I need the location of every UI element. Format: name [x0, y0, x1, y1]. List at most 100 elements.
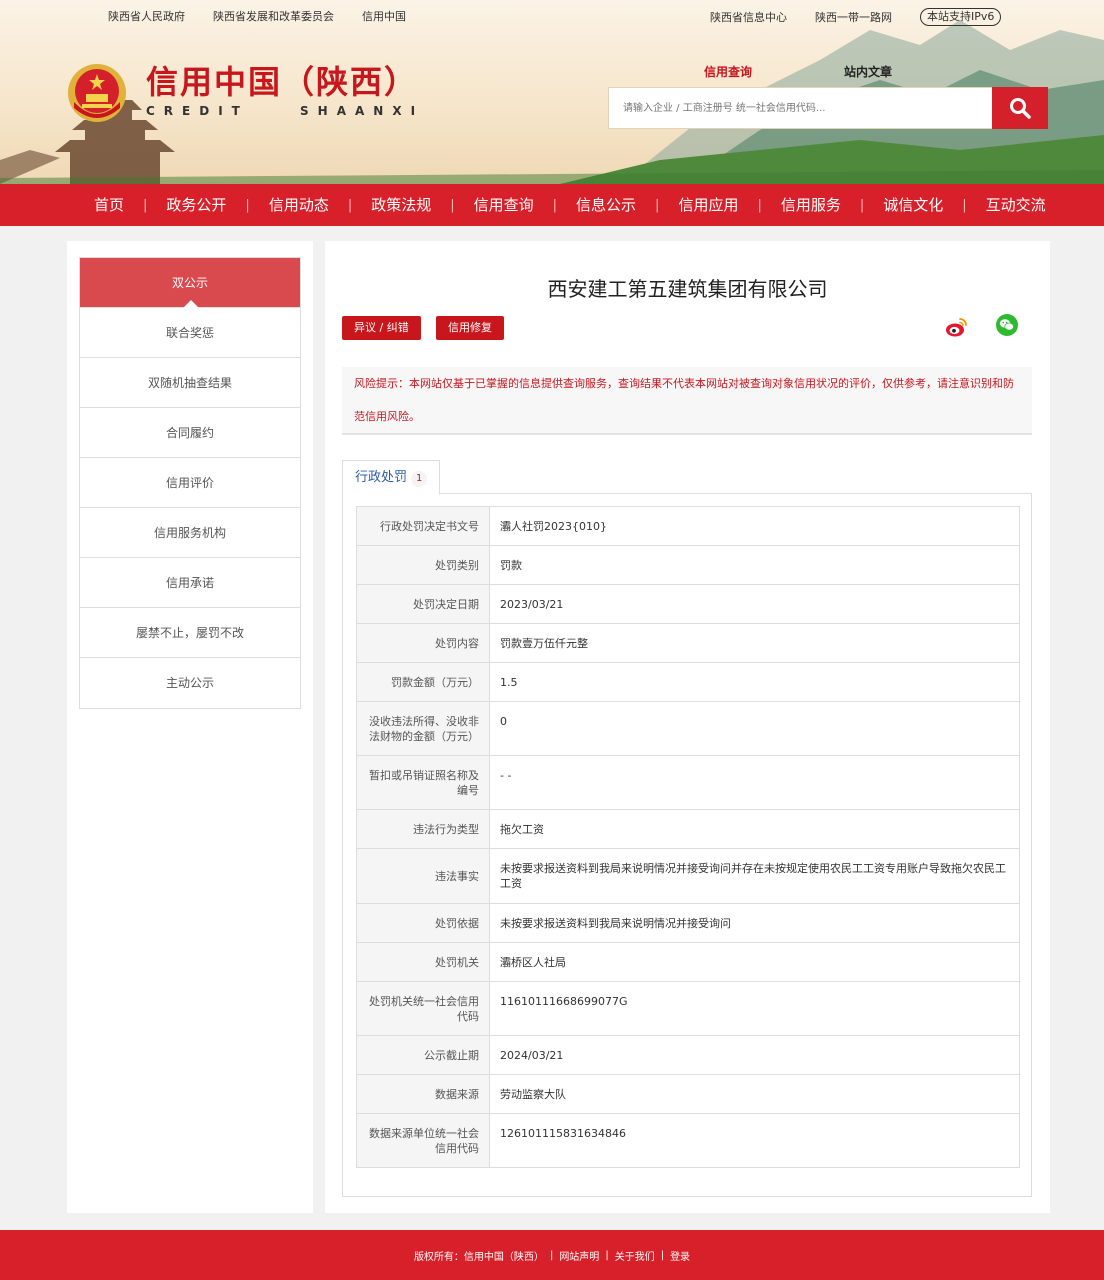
field-label: 没收违法所得、没收非法财物的金额（万元） [356, 701, 490, 756]
tab-label: 行政处罚 [355, 470, 408, 485]
tab-administrative-penalty[interactable]: 行政处罚 1 [342, 460, 441, 495]
tab-count-badge: 1 [411, 471, 428, 487]
nav-interaction[interactable]: 互动交流 [974, 184, 1058, 226]
nav-separator: | [450, 197, 455, 213]
field-label: 数据来源单位统一社会信用代码 [356, 1113, 490, 1168]
nav-info-publicity[interactable]: 信息公示 [564, 184, 648, 226]
table-row: 罚款金额（万元） 1.5 [356, 662, 1020, 702]
footer-copyright: 版权所有：信用中国（陕西） [413, 1251, 544, 1263]
top-link-ndrc[interactable]: 陕西省发展和改革委员会 [213, 8, 334, 24]
top-link-credit-china[interactable]: 信用中国 [362, 8, 406, 24]
field-label: 处罚内容 [356, 623, 490, 663]
nav-separator: | [962, 197, 967, 213]
sidebar-item-double-publicity[interactable]: 双公示 [80, 258, 300, 308]
nav-policy[interactable]: 政策法规 [359, 184, 443, 226]
nav-separator: | [143, 197, 148, 213]
sidebar-item-credit-service-agencies[interactable]: 信用服务机构 [80, 508, 300, 558]
field-value: 灞桥区人社局 [489, 942, 1020, 982]
national-emblem-icon [68, 64, 126, 122]
field-label: 行政处罚决定书文号 [356, 506, 490, 546]
risk-notice: 风险提示：本网站仅基于已掌握的信息提供查询服务，查询结果不代表本网站对被查询对象… [342, 367, 1032, 435]
table-row: 数据来源 劳动监察大队 [356, 1074, 1020, 1114]
top-link-belt-road[interactable]: 陕西一带一路网 [815, 9, 892, 25]
nav-separator: | [757, 197, 762, 213]
field-label: 公示截止期 [356, 1035, 490, 1075]
top-link-info-center[interactable]: 陕西省信息中心 [710, 9, 787, 25]
brand-title-en: CREDIT SHAANXI [146, 104, 425, 118]
sidebar-item-credit-evaluation[interactable]: 信用评价 [80, 458, 300, 508]
field-value: 劳动监察大队 [489, 1074, 1020, 1114]
table-row: 处罚依据 未按要求报送资料到我局来说明情况并接受询问 [356, 903, 1020, 943]
wechat-icon[interactable] [995, 313, 1019, 337]
field-value: 11610111668699077G [489, 981, 1020, 1036]
field-label: 处罚依据 [356, 903, 490, 943]
nav-credit-service[interactable]: 信用服务 [769, 184, 853, 226]
sidebar-item-joint-reward-punishment[interactable]: 联合奖惩 [80, 308, 300, 358]
footer-login-link[interactable]: 登录 [670, 1248, 690, 1263]
field-label: 违法事实 [356, 848, 490, 904]
field-value: 未按要求报送资料到我局来说明情况并接受询问 [489, 903, 1020, 943]
nav-credit-query[interactable]: 信用查询 [462, 184, 546, 226]
table-row: 处罚类别 罚款 [356, 545, 1020, 585]
company-name: 西安建工第五建筑集团有限公司 [547, 277, 828, 301]
search-tab-articles[interactable]: 站内文章 [844, 63, 892, 80]
nav-separator: | [552, 197, 558, 213]
table-row: 没收违法所得、没收非法财物的金额（万元） 0 [356, 701, 1020, 756]
search-icon [1010, 98, 1031, 119]
nav-gov-affairs[interactable]: 政务公开 [154, 184, 238, 226]
field-value: - - [489, 755, 1020, 810]
sidebar-item-active-disclosure[interactable]: 主动公示 [80, 658, 300, 708]
nav-credit-application[interactable]: 信用应用 [666, 184, 750, 226]
field-label: 处罚机关 [356, 942, 490, 982]
sidebar-item-random-inspection[interactable]: 双随机抽查结果 [80, 358, 300, 408]
field-value: 2023/03/21 [489, 584, 1020, 624]
search-tab-credit[interactable]: 信用查询 [704, 63, 752, 80]
table-row: 处罚内容 罚款壹万伍仟元整 [356, 623, 1020, 663]
field-label: 暂扣或吊销证照名称及编号 [356, 755, 490, 810]
brand-title-cn: 信用中国（陕西） [146, 63, 419, 101]
site-footer: 版权所有：信用中国（陕西） | 网站声明 | 关于我们 | 登录 [0, 1230, 1104, 1280]
site-brand[interactable]: 信用中国（陕西） CREDIT SHAANXI [146, 62, 424, 118]
main-nav: 首页 | 政务公开 | 信用动态 | 政策法规 | 信用查询 | 信息公示 | 信用应用 | … [0, 184, 1104, 226]
sidebar-menu: 双公示 联合奖惩 双随机抽查结果 合同履约 信用评价 信用服务机构 信用承诺 屡… [79, 257, 301, 709]
nav-integrity-culture[interactable]: 诚信文化 [871, 184, 955, 226]
nav-separator: | [655, 197, 660, 213]
table-row: 公示截止期 2024/03/21 [356, 1035, 1020, 1075]
table-row: 处罚机关统一社会信用代码 11610111668699077G [356, 981, 1020, 1036]
nav-credit-news[interactable]: 信用动态 [257, 184, 341, 226]
footer-separator: | [549, 1249, 554, 1261]
search-input[interactable] [609, 88, 992, 128]
footer-separator: | [605, 1249, 609, 1261]
table-row: 违法事实 未按要求报送资料到我局来说明情况并接受询问并存在未按规定使用农民工工资专… [356, 848, 1020, 904]
site-header: 陕西省人民政府 陕西省发展和改革委员会 信用中国 陕西省信息中心 陕西一带一路网… [0, 0, 1104, 184]
search-box [608, 87, 1048, 129]
weibo-icon[interactable] [945, 315, 969, 339]
table-row: 违法行为类型 拖欠工资 [356, 809, 1020, 849]
footer-statement-link[interactable]: 网站声明 [559, 1248, 599, 1263]
search-button[interactable] [992, 87, 1048, 129]
sidebar-panel: 双公示 联合奖惩 双随机抽查结果 合同履约 信用评价 信用服务机构 信用承诺 屡… [67, 241, 313, 1213]
nav-separator: | [859, 197, 865, 213]
field-label: 违法行为类型 [356, 809, 490, 849]
top-links-left: 陕西省人民政府 陕西省发展和改革委员会 信用中国 [108, 8, 406, 24]
table-row: 数据来源单位统一社会信用代码 126101115831634846 [356, 1113, 1020, 1168]
field-label: 处罚决定日期 [356, 584, 490, 624]
sidebar-item-repeated-violations[interactable]: 屡禁不止，屡罚不改 [80, 608, 300, 658]
footer-about-link[interactable]: 关于我们 [615, 1248, 655, 1263]
top-link-gov[interactable]: 陕西省人民政府 [108, 8, 185, 24]
objection-button[interactable]: 异议 / 纠错 [342, 316, 421, 340]
nav-home[interactable]: 首页 [82, 184, 136, 226]
field-label: 处罚机关统一社会信用代码 [356, 981, 490, 1036]
field-value: 罚款壹万伍仟元整 [489, 623, 1020, 663]
table-row: 处罚决定日期 2023/03/21 [356, 584, 1020, 624]
penalty-detail-table: 行政处罚决定书文号 灞人社罚2023{010} 处罚类别 罚款 处罚决定日期 2023/0… [356, 506, 1020, 1168]
sidebar-item-credit-commitment[interactable]: 信用承诺 [80, 558, 300, 608]
main-content: 西安建工第五建筑集团有限公司 异议 / 纠错 信用修复 风险提示：本网站仅基于已… [325, 241, 1050, 1213]
footer-separator: | [660, 1249, 665, 1261]
credit-repair-button[interactable]: 信用修复 [436, 316, 504, 340]
sidebar-item-contract-performance[interactable]: 合同履约 [80, 408, 300, 458]
field-value: 拖欠工资 [489, 809, 1020, 849]
ipv6-badge: 本站支持IPv6 [920, 8, 1002, 26]
table-row: 行政处罚决定书文号 灞人社罚2023{010} [356, 506, 1020, 546]
field-value: 未按要求报送资料到我局来说明情况并接受询问并存在未按规定使用农民工工资专用账户导… [489, 848, 1020, 904]
